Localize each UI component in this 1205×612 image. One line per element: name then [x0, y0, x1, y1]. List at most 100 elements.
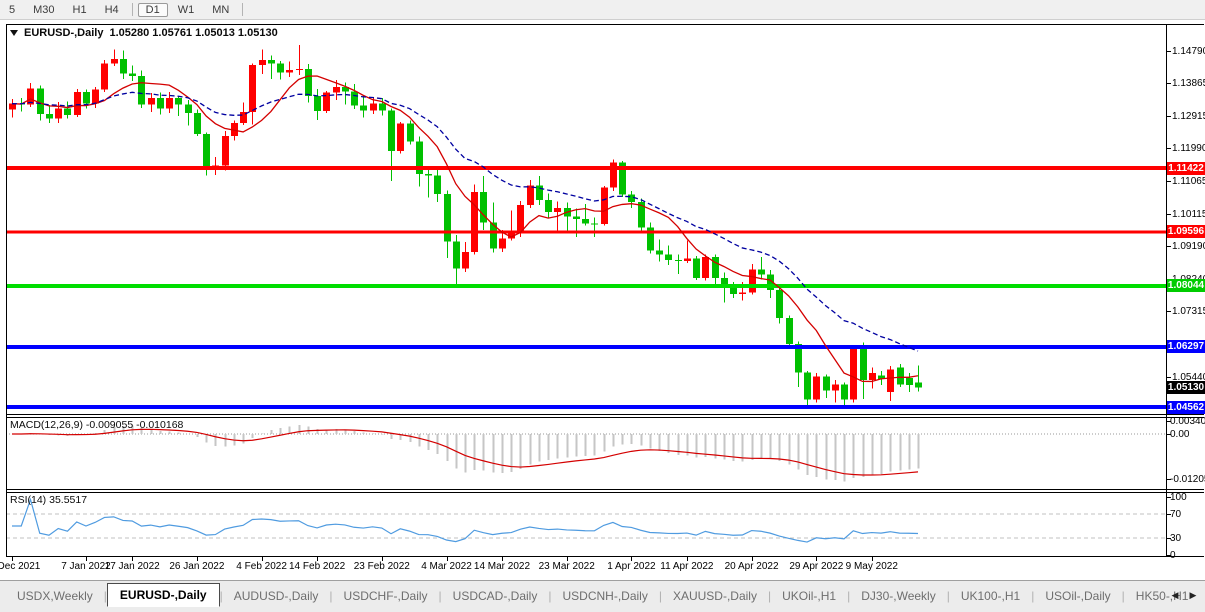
candle-body: [333, 87, 340, 93]
chevron-down-icon[interactable]: [10, 30, 18, 36]
rsi-axis-label: 0: [1170, 550, 1176, 561]
price-badge: 1.05130: [1167, 381, 1205, 394]
chart-tab-bar: USDX,Weekly|EURUSD-,Daily|AUDUSD-,Daily|…: [0, 580, 1205, 612]
candle-body: [915, 382, 922, 387]
candle-body: [194, 113, 201, 134]
candle-body: [296, 69, 303, 70]
candle-body: [573, 216, 580, 218]
candle-body: [351, 91, 358, 105]
candle-body: [776, 290, 783, 318]
rsi-axis-label: 100: [1170, 492, 1187, 503]
candle-body: [582, 219, 589, 224]
price-axis-label: 1.12915: [1172, 111, 1205, 122]
date-axis-label: 4 Mar 2022: [421, 561, 472, 572]
chart-tab-ukoil-h1[interactable]: UKOil-,H1: [771, 586, 847, 606]
ohlc-values: 1.05280 1.05761 1.05013 1.05130: [109, 27, 277, 39]
chart-tab-xauusd-daily[interactable]: XAUUSD-,Daily: [662, 586, 768, 606]
date-axis-label: 29 Dec 2021: [0, 561, 40, 572]
rsi-value: 35.5517: [49, 494, 87, 506]
candle-body: [665, 254, 672, 260]
candle-body: [268, 60, 275, 63]
trading-terminal-window: 5M30H1H4D1W1MN EURUSD-,Daily 1.05280 1.0…: [0, 0, 1205, 612]
macd-axis-label: 0.00: [1170, 429, 1189, 440]
price-badge: 1.06297: [1167, 340, 1205, 353]
candle-body: [444, 194, 451, 241]
candle-body: [277, 64, 284, 73]
date-axis-label: 26 Jan 2022: [169, 561, 224, 572]
candle-body: [249, 65, 256, 112]
price-axis-label: 1.10115: [1172, 209, 1205, 220]
rsi-line: [12, 499, 918, 542]
candle-body: [185, 105, 192, 113]
candle-body: [749, 269, 756, 292]
candle-body: [166, 98, 173, 109]
candle-body: [721, 278, 728, 285]
chart-tabs: USDX,Weekly|EURUSD-,Daily|AUDUSD-,Daily|…: [0, 585, 1199, 607]
price-badge: 1.08044: [1167, 279, 1205, 292]
candle-body: [222, 136, 229, 166]
price-badge: 1.09596: [1167, 225, 1205, 238]
candle-body: [813, 376, 820, 399]
chart-tab-usoil-daily[interactable]: USOil-,Daily: [1034, 586, 1121, 606]
rsi-axis-label: 70: [1170, 509, 1181, 520]
candle-body: [101, 63, 108, 89]
candle-body: [712, 257, 719, 278]
price-axis-label: 1.11065: [1172, 176, 1205, 187]
candle-body: [693, 259, 700, 279]
date-axis-label: 11 Apr 2022: [660, 561, 713, 572]
date-axis-label: 14 Feb 2022: [289, 561, 345, 572]
candle-body: [55, 109, 62, 119]
candle-body: [832, 384, 839, 390]
candle-body: [259, 60, 266, 65]
candle-body: [684, 259, 691, 261]
candle-body: [702, 257, 709, 278]
candle-body: [545, 200, 552, 212]
chart-canvas[interactable]: [0, 0, 1205, 612]
chart-tab-usdchf-daily[interactable]: USDCHF-,Daily: [333, 586, 439, 606]
chart-tab-audusd-daily[interactable]: AUDUSD-,Daily: [223, 586, 330, 606]
candle-body: [370, 104, 377, 111]
candle-body: [453, 241, 460, 268]
candle-body: [897, 368, 904, 385]
candle-body: [434, 176, 441, 194]
chart-tab-dj30-weekly[interactable]: DJ30-,Weekly: [850, 586, 946, 606]
chart-title: EURUSD-,Daily 1.05280 1.05761 1.05013 1.…: [10, 27, 278, 39]
chart-tab-usdcnh-daily[interactable]: USDCNH-,Daily: [551, 586, 658, 606]
candle-body: [471, 192, 478, 252]
chart-tab-eurusd-daily[interactable]: EURUSD-,Daily: [107, 583, 220, 607]
date-axis-label: 23 Mar 2022: [539, 561, 595, 572]
candle-body: [823, 376, 830, 390]
candle-body: [527, 186, 534, 206]
candle-body: [591, 224, 598, 225]
candle-body: [739, 293, 746, 294]
candle-body: [111, 59, 118, 63]
candle-body: [148, 98, 155, 104]
chart-tab-usdcad-daily[interactable]: USDCAD-,Daily: [442, 586, 549, 606]
chart-tab-usdx-weekly[interactable]: USDX,Weekly: [6, 586, 104, 606]
price-axis-label: 1.13865: [1172, 78, 1205, 89]
date-axis-label: 9 May 2022: [846, 561, 898, 572]
candle-body: [786, 318, 793, 344]
candle-body: [462, 252, 469, 269]
date-axis-label: 23 Feb 2022: [354, 561, 410, 572]
macd-name: MACD(12,26,9): [10, 419, 83, 431]
candle-body: [64, 109, 71, 115]
tabs-scroll-right-icon[interactable]: ▶: [1186, 588, 1200, 602]
candle-body: [379, 104, 386, 111]
rsi-label: RSI(14) 35.5517: [10, 494, 87, 506]
chart-tab-uk100-h1[interactable]: UK100-,H1: [950, 586, 1031, 606]
candle-body: [305, 69, 312, 96]
candle-body: [554, 208, 561, 212]
date-axis-label: 4 Feb 2022: [236, 561, 287, 572]
candle-body: [656, 250, 663, 254]
rsi-axis-label: 30: [1170, 533, 1181, 544]
candle-body: [869, 373, 876, 380]
candle-body: [46, 114, 53, 118]
rsi-name: RSI(14): [10, 494, 46, 506]
candle-body: [286, 70, 293, 72]
tabs-scroll-left-icon[interactable]: ◀: [1168, 588, 1182, 602]
candle-body: [499, 238, 506, 248]
price-axis-label: 1.11990: [1172, 143, 1205, 154]
candle-body: [175, 98, 182, 105]
candle-body: [360, 105, 367, 110]
